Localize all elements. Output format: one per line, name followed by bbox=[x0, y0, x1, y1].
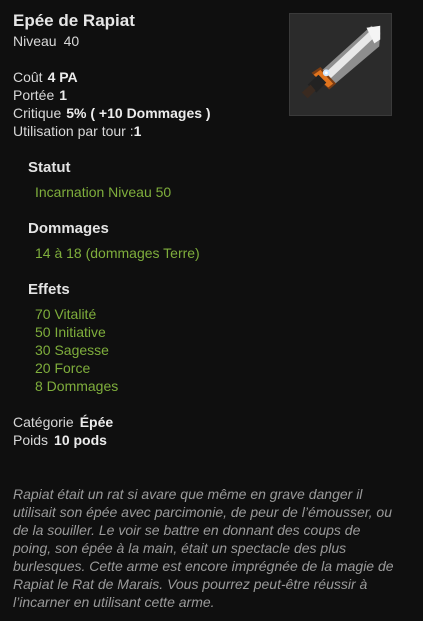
range-value: 1 bbox=[59, 87, 68, 103]
level-label: Niveau bbox=[13, 33, 57, 49]
effect-item: 30 Sagesse bbox=[35, 342, 109, 358]
item-description: Rapiat était un rat si avare que même en… bbox=[13, 486, 394, 610]
cost-value: 4 PA bbox=[47, 69, 78, 85]
item-name: Epée de Rapiat bbox=[13, 11, 135, 30]
weight-value: 10 pods bbox=[54, 432, 107, 448]
item-tooltip-panel: Epée de Rapiat Niveau 40 Coût 4 PA Portée 1… bbox=[0, 0, 423, 621]
damage-heading: Dommages bbox=[28, 220, 109, 237]
critical-label: Critique bbox=[13, 105, 62, 121]
range-label: Portée bbox=[13, 87, 55, 103]
category-label: Catégorie bbox=[13, 414, 74, 430]
item-level: Niveau 40 bbox=[13, 33, 79, 49]
status-value: Incarnation Niveau 50 bbox=[35, 184, 172, 200]
uses-value: 1 bbox=[133, 123, 142, 139]
stat-range: Portée 1 bbox=[13, 86, 211, 104]
item-stats: Coût 4 PA Portée 1 Critique 5% ( +10 Dommag… bbox=[13, 68, 211, 140]
stat-critical: Critique 5% ( +10 Dommages ) bbox=[13, 104, 211, 122]
effects-heading: Effets bbox=[28, 281, 70, 298]
status-heading: Statut bbox=[28, 159, 71, 176]
effect-item: 50 Initiative bbox=[35, 324, 106, 340]
item-meta: Catégorie Épée Poids 10 pods bbox=[13, 413, 113, 449]
weight-label: Poids bbox=[13, 432, 49, 448]
effect-item: 70 Vitalité bbox=[35, 306, 97, 322]
damage-value: 14 à 18 (dommages Terre) bbox=[35, 245, 200, 261]
effect-item: 20 Force bbox=[35, 360, 91, 376]
level-value: 40 bbox=[63, 33, 80, 49]
uses-label: Utilisation par tour : bbox=[13, 123, 134, 139]
category-value: Épée bbox=[79, 414, 114, 430]
effect-item: 8 Dommages bbox=[35, 378, 119, 394]
cost-label: Coût bbox=[13, 69, 43, 85]
effects-list: 70 Vitalité 50 Initiative 30 Sagesse 20 … bbox=[35, 305, 118, 395]
stat-uses-per-turn: Utilisation par tour :1 bbox=[13, 122, 211, 140]
meta-weight: Poids 10 pods bbox=[13, 431, 113, 449]
stat-cost: Coût 4 PA bbox=[13, 68, 211, 86]
sword-icon bbox=[301, 25, 381, 99]
item-image bbox=[289, 13, 392, 116]
critical-value: 5% ( +10 Dommages ) bbox=[66, 105, 211, 121]
meta-category: Catégorie Épée bbox=[13, 413, 113, 431]
